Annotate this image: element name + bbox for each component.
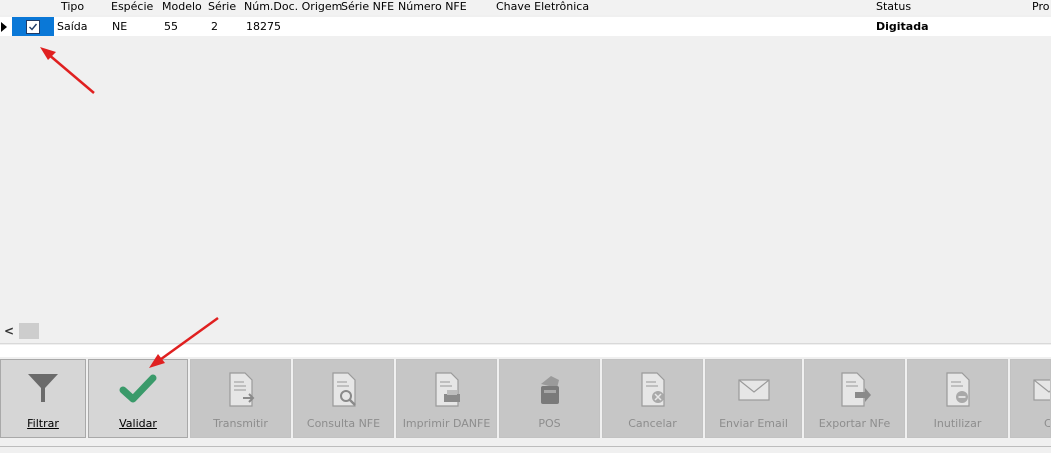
horizontal-scrollbar[interactable]: < — [0, 321, 1051, 341]
divider — [0, 343, 1051, 344]
col-header-especie[interactable]: Espécie — [111, 0, 153, 15]
document-print-icon — [434, 372, 460, 407]
transmitir-label: Transmitir — [213, 417, 268, 430]
consulta-nfe-label: Consulta NFE — [306, 417, 381, 430]
spacer-panel — [0, 345, 1051, 357]
cancelar-label: Cancelar — [628, 417, 677, 430]
cell-tipo: Saída — [57, 20, 88, 33]
col-header-numero-nfe[interactable]: Número NFE — [398, 0, 467, 15]
cell-especie: NE — [112, 20, 128, 33]
exportar-nfe-label: Exportar NFe — [818, 417, 891, 430]
col-header-num-doc[interactable]: Núm.Doc. Origem — [244, 0, 342, 15]
col-header-pro[interactable]: Pro — [1032, 0, 1049, 15]
filtrar-button[interactable]: Filtrar — [0, 359, 86, 438]
selection-cell[interactable] — [12, 17, 54, 36]
cut-off-label: C — [1044, 417, 1051, 430]
row-checkbox[interactable] — [26, 20, 40, 34]
cell-num-doc: 18275 — [246, 20, 281, 33]
cut-off-button[interactable]: C — [1010, 359, 1051, 438]
cell-modelo: 55 — [164, 20, 178, 33]
table-row[interactable]: Saída NE 55 2 18275 Digitada — [0, 17, 1051, 36]
consulta-nfe-button[interactable]: Consulta NFE — [293, 359, 394, 438]
transmitir-button[interactable]: Transmitir — [190, 359, 291, 438]
document-grid: Tipo Espécie Modelo Série Núm.Doc. Orige… — [0, 0, 1051, 343]
col-header-modelo[interactable]: Modelo — [162, 0, 202, 15]
check-icon — [29, 23, 38, 31]
document-cancel-icon — [640, 372, 665, 407]
envelope-icon — [737, 379, 770, 401]
document-search-icon — [331, 372, 356, 407]
col-header-serie-nfe[interactable]: Série NFE — [341, 0, 394, 15]
checkmark-icon — [119, 374, 157, 403]
col-header-serie[interactable]: Série — [208, 0, 236, 15]
cell-status: Digitada — [876, 20, 929, 33]
exportar-nfe-button[interactable]: Exportar NFe — [804, 359, 905, 438]
inutilizar-label: Inutilizar — [933, 417, 982, 430]
col-header-chave[interactable]: Chave Eletrônica — [496, 0, 589, 15]
scroll-left-button[interactable]: < — [3, 323, 15, 339]
imprimir-danfe-button[interactable]: Imprimir DANFE — [396, 359, 497, 438]
inutilizar-button[interactable]: Inutilizar — [907, 359, 1008, 438]
pos-button[interactable]: POS — [499, 359, 600, 438]
row-indicator-icon — [1, 22, 7, 32]
validar-button[interactable]: Validar — [88, 359, 188, 438]
cancelar-button[interactable]: Cancelar — [602, 359, 703, 438]
pos-label: POS — [538, 417, 561, 430]
divider — [0, 446, 1051, 447]
cell-serie: 2 — [211, 20, 218, 33]
validar-label: Validar — [119, 417, 157, 430]
envelope-icon — [1033, 379, 1050, 401]
col-header-tipo[interactable]: Tipo — [61, 0, 84, 15]
filtrar-label: Filtrar — [27, 417, 59, 430]
col-header-status[interactable]: Status — [876, 0, 911, 15]
document-disable-icon — [945, 372, 970, 407]
imprimir-danfe-label: Imprimir DANFE — [402, 417, 491, 430]
printer-icon — [540, 376, 559, 404]
action-toolbar: Filtrar Validar Transmitir Consulta NFE — [0, 357, 1051, 441]
grid-header: Tipo Espécie Modelo Série Núm.Doc. Orige… — [0, 0, 1051, 15]
document-send-icon — [228, 372, 254, 407]
enviar-email-label: Enviar Email — [719, 417, 788, 430]
enviar-email-button[interactable]: Enviar Email — [705, 359, 802, 438]
scroll-thumb[interactable] — [19, 323, 39, 339]
funnel-icon — [28, 374, 58, 402]
document-export-icon — [840, 372, 871, 407]
